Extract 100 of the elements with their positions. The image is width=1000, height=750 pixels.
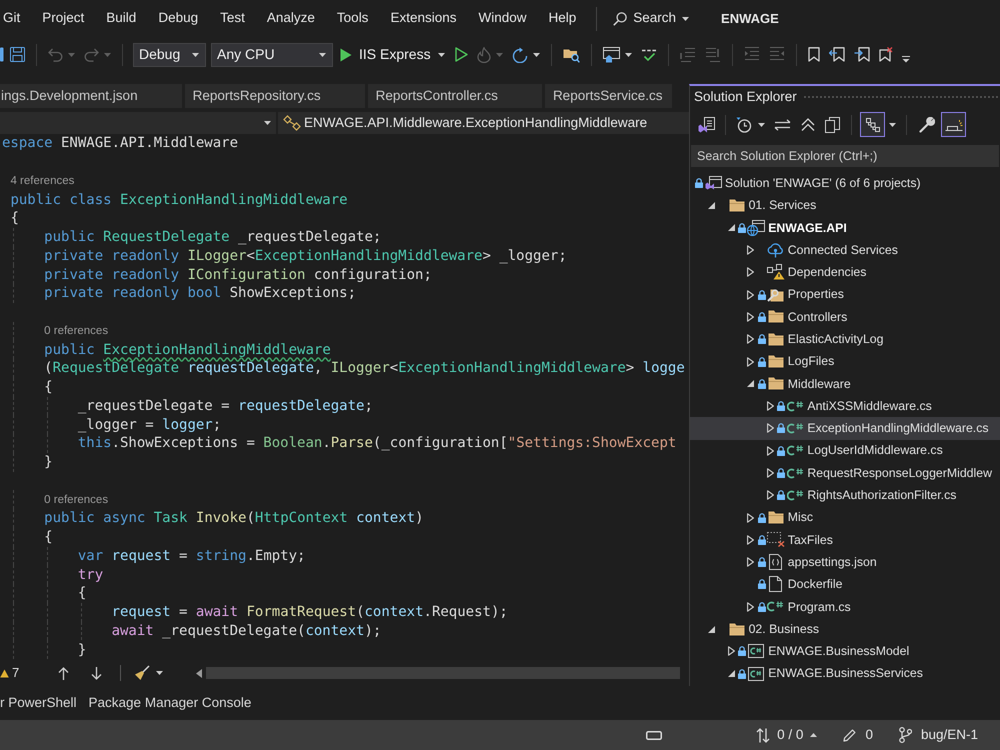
member-dropdown[interactable]: ENWAGE.API.Middleware.ExceptionHandlingMiddleware [278,112,689,134]
code-line: await _requestDelegate(context); [112,622,382,640]
horizontal-scrollbar[interactable] [206,667,680,679]
menu-item[interactable]: Debug [156,6,200,31]
tree-item[interactable]: ENWAGE.API [690,216,1000,239]
warnings-indicator[interactable]: 7 [0,663,22,683]
tree-item[interactable]: LogUserIdMiddleware.cs [690,440,1000,462]
tree-item[interactable]: Properties [690,283,1000,306]
codelens-references[interactable]: 0 references [44,492,108,507]
menu-item[interactable]: Extensions [388,6,458,31]
tree-item[interactable]: Misc [690,506,1000,529]
tree-item[interactable]: Program.cs [690,596,1000,618]
changes-button[interactable]: 0 / 0 [756,724,818,746]
play-outline-icon [454,47,468,62]
cut-off-icon[interactable] [0,47,4,62]
edits-button[interactable]: 0 [843,724,873,746]
tree-item[interactable]: Middleware [690,372,1000,395]
document-tab[interactable]: ings.Development.json [0,84,182,108]
code-line: _logger = logger; [78,416,222,434]
configuration-dropdown[interactable]: Any CPU [211,42,333,66]
collapsed-caret-icon[interactable] [747,290,754,300]
code-line: var request = string.Empty; [78,546,306,565]
comment-lines-icon [680,46,696,62]
two-way-arrows-icon [774,118,791,130]
rectangle-icon[interactable] [646,730,662,740]
menu-item[interactable]: Git [1,6,22,31]
collapsed-caret-icon[interactable] [747,512,754,523]
expanded-caret-icon[interactable] [708,202,716,209]
collapsed-caret-icon[interactable] [728,646,735,656]
collapsed-caret-icon[interactable] [766,401,774,412]
document-tab[interactable]: ReportsService.cs [544,84,672,108]
collapsed-caret-icon[interactable] [766,490,774,500]
menu-item[interactable]: Build [104,6,138,31]
menu-item[interactable]: Tools [334,6,370,31]
tree-item[interactable]: Dependencies [690,261,1000,284]
document-tab[interactable]: ReportsRepository.cs [184,84,365,108]
menu-item[interactable]: Window [476,6,528,31]
tree-item[interactable]: ENWAGE.BusinessServices [690,662,1000,685]
tree-item[interactable]: 01. Services [690,194,1000,217]
collapsed-caret-icon[interactable] [747,534,754,545]
tree-item[interactable]: Dockerfile [690,573,1000,596]
collapsed-caret-icon[interactable] [747,245,754,256]
codelens-references[interactable]: 0 references [44,324,108,338]
tree-item[interactable]: 02. Business [690,618,1000,640]
branch-button[interactable]: bug/EN-1 [898,724,978,746]
folder-wrench-icon [767,287,784,302]
code-line: this.ShowExceptions = Boolean.Parse(_configuration["Settings:ShowExcept [78,434,676,452]
tree-item[interactable]: TaxFiles [690,528,1000,552]
tool-window-tab[interactable]: r PowerShell [0,690,81,716]
document-tab[interactable]: ReportsController.cs [368,84,542,108]
tree-item[interactable]: Connected Services [690,238,1000,262]
collapsed-caret-icon[interactable] [766,446,774,456]
scroll-left-icon[interactable] [196,668,202,678]
properties-button[interactable] [917,116,937,132]
csharp-file-icon [786,445,804,456]
configuration-dropdown[interactable]: Debug [133,42,206,66]
preview-toggle-button[interactable] [941,112,966,137]
spell-check-icon [640,47,657,62]
tree-item[interactable]: ElasticActivityLog [690,328,1000,350]
tree-item[interactable]: RightsAuthorizationFilter.cs [690,484,1000,506]
collapsed-caret-icon[interactable] [747,267,754,278]
blocks-warning-icon [766,264,785,280]
collapsed-caret-icon[interactable] [747,602,754,612]
tree-view-toggle-button[interactable] [860,112,885,137]
expanded-caret-icon[interactable] [728,670,735,678]
code-line: _requestDelegate = requestDelegate; [78,396,373,415]
expanded-caret-icon[interactable] [708,626,716,633]
show-all-files-button[interactable] [822,116,843,132]
run-button[interactable]: IIS Express [336,42,449,66]
tree-item[interactable]: appsettings.json [690,551,1000,574]
codelens-references[interactable]: 4 references [10,174,74,188]
tree-item[interactable]: ENWAGE.BusinessModel [690,640,1000,663]
tree-item[interactable]: Controllers [690,306,1000,328]
menu-item[interactable]: Project [40,6,86,31]
tree-item[interactable]: RequestResponseLoggerMiddlew [690,462,1000,484]
collapsed-caret-icon[interactable] [766,468,774,478]
search-field[interactable]: Search Solution Explorer (Ctrl+;) [691,145,999,167]
collapsed-caret-icon[interactable] [747,312,754,322]
tool-window-tab[interactable]: Package Manager Console [84,690,256,716]
search-button[interactable]: Search [609,6,694,31]
redo-icon [84,48,99,62]
tree-item[interactable]: AntiXSSMiddleware.cs [690,394,1000,418]
uncomment-lines-icon [704,46,721,62]
switch-views-button[interactable] [696,116,717,132]
caret-icon [889,122,896,126]
menu-item[interactable]: Test [218,6,247,31]
expanded-caret-icon[interactable] [747,380,754,388]
collapsed-caret-icon[interactable] [747,557,754,568]
collapsed-caret-icon[interactable] [766,423,774,434]
collapsed-caret-icon[interactable] [747,334,754,344]
tree-item[interactable]: LogFiles [690,350,1000,373]
caret-icon [319,52,326,56]
tree-item[interactable]: Solution 'ENWAGE' (6 of 6 projects) [690,172,1000,194]
pending-changes-filter-button[interactable] [734,116,767,132]
tree-item[interactable]: ExceptionHandlingMiddleware.cs [690,417,1000,440]
code-line: { [44,378,53,396]
menu-item[interactable]: Analyze [264,6,317,31]
collapsed-caret-icon[interactable] [747,356,754,367]
expanded-caret-icon[interactable] [728,224,735,232]
menu-item[interactable]: Help [546,6,578,31]
